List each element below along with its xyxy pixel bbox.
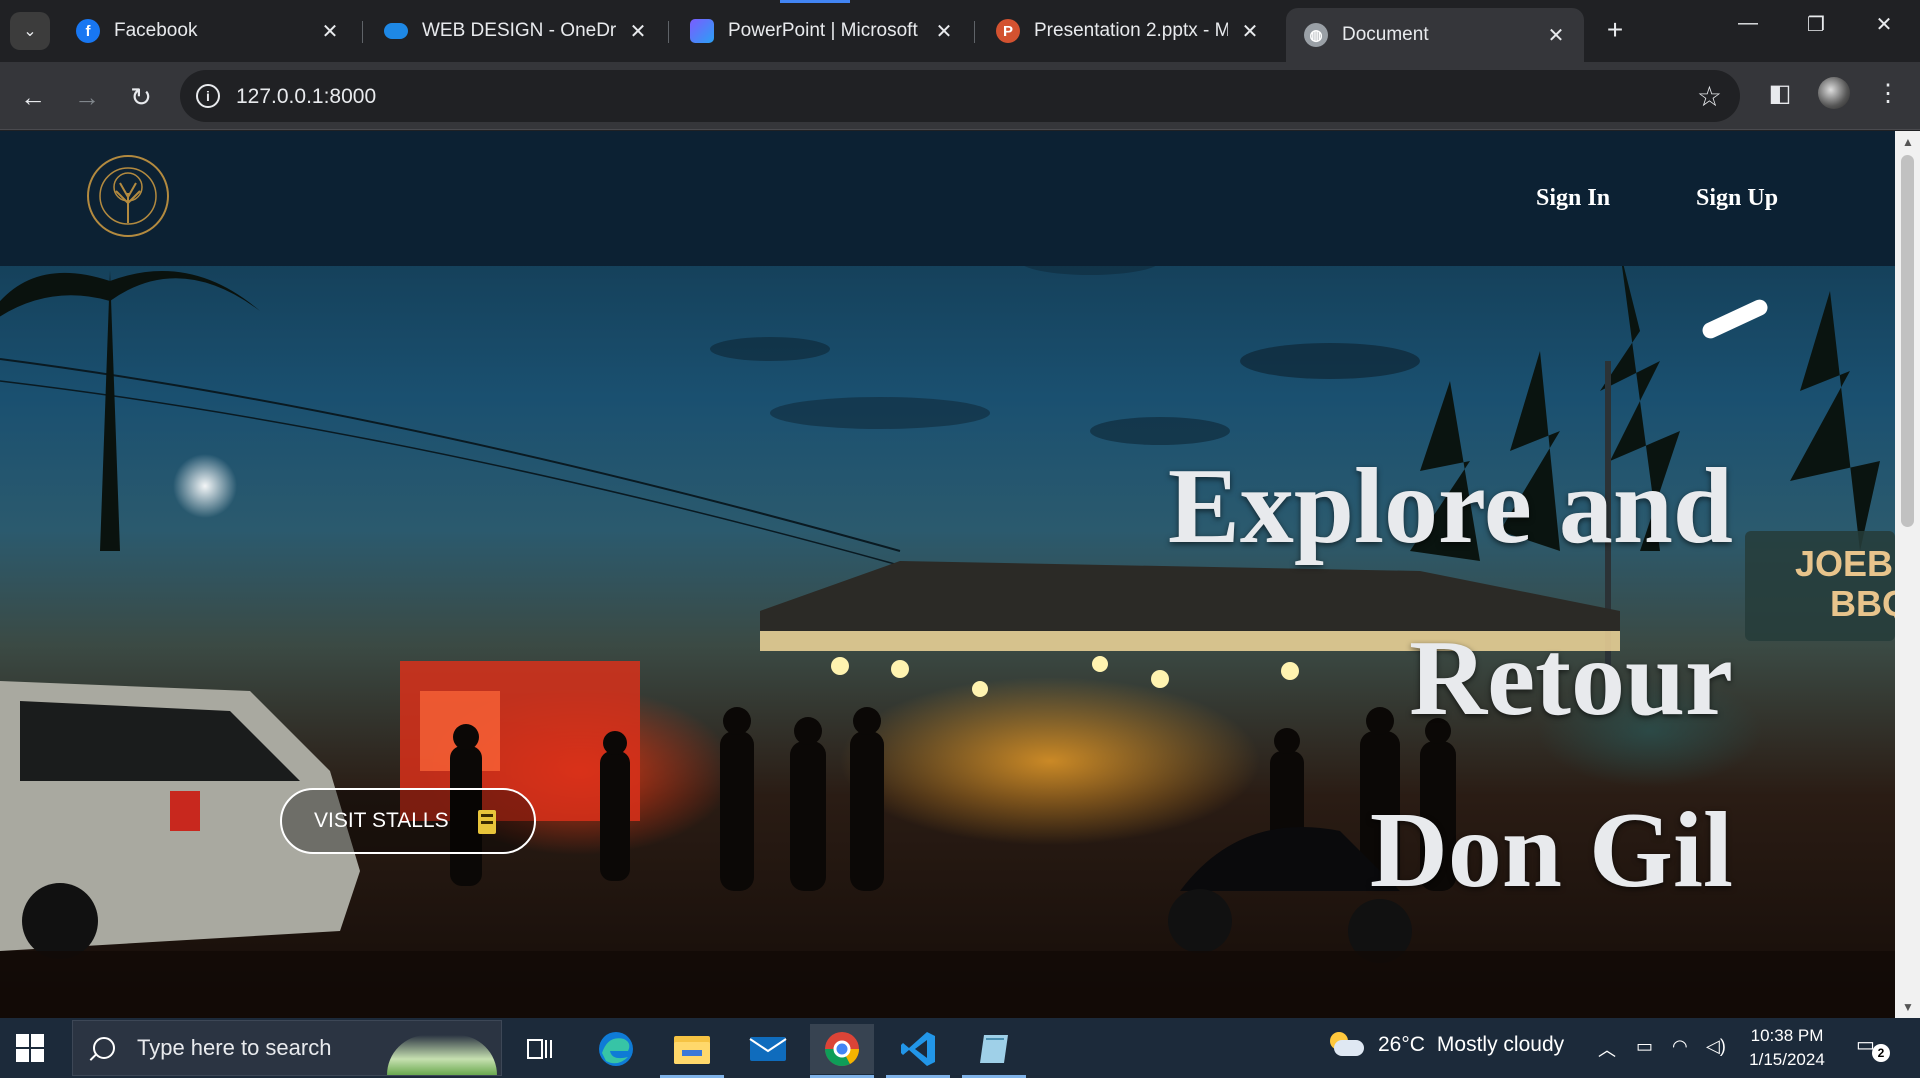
side-panel-icon[interactable]: ◧ [1762, 79, 1798, 108]
tab-powerpoint-365[interactable]: PowerPoint | Microsoft 365 ✕ [672, 8, 972, 54]
weather-temp: 26°C [1378, 1033, 1425, 1056]
sign-in-link[interactable]: Sign In [1536, 185, 1610, 212]
chrome-icon [825, 1032, 859, 1066]
vscode-icon [901, 1032, 935, 1066]
hero-title: Explore and Retour Don Gil [1168, 421, 1733, 937]
chevron-up-icon[interactable]: ︿ [1598, 1036, 1616, 1062]
reload-button[interactable]: ↻ [124, 80, 158, 114]
search-highlight-image [387, 1035, 497, 1075]
site-info-icon[interactable]: i [196, 84, 220, 108]
close-icon[interactable]: ✕ [1238, 19, 1262, 44]
tab-document[interactable]: ◍ Document ✕ [1286, 8, 1584, 62]
url-text[interactable]: 127.0.0.1:8000 [236, 85, 376, 109]
close-icon[interactable]: ✕ [1544, 23, 1568, 48]
close-icon[interactable]: ✕ [626, 19, 650, 44]
webpage: JOEBBBQ Sign In Sign [0, 131, 1895, 1018]
browser-toolbar: ← → ↻ i 127.0.0.1:8000 ☆ ◧ ⋮ [0, 62, 1920, 130]
clock-date: 1/15/2024 [1749, 1050, 1825, 1069]
file-explorer-taskbar-button[interactable] [660, 1024, 724, 1078]
site-logo[interactable] [82, 153, 174, 239]
tab-strip: ⌄ f Facebook ✕ WEB DESIGN - OneDrive ✕ P… [0, 0, 1920, 62]
loading-indicator [780, 0, 850, 3]
edge-taskbar-button[interactable] [584, 1024, 648, 1074]
task-view-button[interactable] [508, 1024, 572, 1074]
partly-cloudy-icon [1326, 1032, 1364, 1058]
task-view-icon [527, 1039, 552, 1059]
notepad-taskbar-button[interactable] [962, 1024, 1026, 1078]
bookmark-star-icon[interactable]: ☆ [1697, 80, 1722, 113]
visit-stalls-button[interactable]: VISIT STALLS [280, 788, 536, 854]
scroll-down-arrow-icon[interactable]: ▼ [1902, 1000, 1914, 1014]
notepad-icon [980, 1035, 1008, 1063]
restore-button[interactable]: ❐ [1796, 12, 1836, 37]
scroll-up-arrow-icon[interactable]: ▲ [1902, 135, 1914, 149]
battery-icon[interactable]: ▭ [1636, 1036, 1653, 1057]
tab-title: Facebook [114, 20, 198, 41]
edge-icon [599, 1032, 633, 1066]
hero-title-line-3: Don Gil [1369, 791, 1733, 910]
onedrive-icon [384, 23, 408, 39]
tab-separator [668, 21, 669, 43]
profile-avatar[interactable] [1818, 77, 1850, 109]
chevron-down-icon: ⌄ [23, 23, 37, 40]
facebook-icon: f [76, 19, 100, 43]
taskbar-search-box[interactable]: Type here to search [72, 1020, 502, 1076]
new-tab-button[interactable]: + [1598, 14, 1632, 46]
mail-icon [749, 1037, 787, 1061]
sign-up-link[interactable]: Sign Up [1696, 185, 1778, 212]
windows-taskbar: Type here to search 26°C Mostly cloudy ︿… [0, 1018, 1920, 1078]
menu-kebab-icon[interactable]: ⋮ [1870, 79, 1906, 108]
windows-start-icon[interactable] [16, 1034, 44, 1062]
system-clock[interactable]: 10:38 PM 1/15/2024 [1742, 1024, 1832, 1072]
store-icon [478, 810, 496, 834]
file-explorer-icon [674, 1036, 710, 1064]
mail-taskbar-button[interactable] [736, 1024, 800, 1074]
notification-center-icon[interactable]: ▭ 2 [1856, 1032, 1890, 1062]
search-placeholder[interactable]: Type here to search [137, 1035, 331, 1061]
address-bar[interactable]: i 127.0.0.1:8000 ☆ [180, 70, 1740, 122]
tab-title: Presentation 2.pptx - Microsoft PowerPoi… [1034, 20, 1228, 41]
chrome-taskbar-button[interactable] [810, 1024, 874, 1078]
powerpoint-icon: P [996, 19, 1020, 43]
tab-title: Document [1342, 24, 1429, 45]
visit-stalls-label: VISIT STALLS [314, 809, 449, 832]
scrollbar-thumb[interactable] [1901, 155, 1914, 527]
notification-count-badge: 2 [1872, 1044, 1890, 1062]
close-icon[interactable]: ✕ [932, 19, 956, 44]
tab-title: PowerPoint | Microsoft 365 [728, 20, 922, 41]
close-window-button[interactable]: ✕ [1864, 12, 1904, 37]
tab-facebook[interactable]: f Facebook ✕ [58, 8, 358, 54]
back-button[interactable]: ← [16, 80, 50, 114]
tab-onedrive[interactable]: WEB DESIGN - OneDrive ✕ [366, 8, 666, 54]
globe-icon: ◍ [1304, 23, 1328, 47]
tab-search-button[interactable]: ⌄ [10, 12, 50, 50]
wifi-icon[interactable]: ◠ [1672, 1036, 1688, 1057]
minimize-button[interactable]: — [1728, 12, 1768, 35]
site-header: Sign In Sign Up [0, 131, 1895, 266]
tab-presentation[interactable]: P Presentation 2.pptx - Microsoft PowerP… [978, 8, 1278, 54]
clock-time: 10:38 PM [1750, 1026, 1824, 1045]
tab-separator [974, 21, 975, 43]
weather-widget[interactable]: 26°C Mostly cloudy [1326, 1032, 1564, 1058]
hero-title-line-1: Explore and [1167, 447, 1733, 566]
page-scrollbar[interactable]: ▲ ▼ [1895, 131, 1920, 1018]
search-icon [93, 1037, 115, 1059]
weather-condition: Mostly cloudy [1436, 1033, 1565, 1056]
close-icon[interactable]: ✕ [318, 19, 342, 44]
tab-title: WEB DESIGN - OneDrive [422, 20, 616, 41]
vscode-taskbar-button[interactable] [886, 1024, 950, 1078]
microsoft365-icon [690, 19, 714, 43]
hero-title-line-2: Retour [1409, 619, 1733, 738]
volume-icon[interactable]: ◁) [1706, 1036, 1726, 1057]
tab-separator [362, 21, 363, 43]
forward-button[interactable]: → [70, 80, 104, 114]
